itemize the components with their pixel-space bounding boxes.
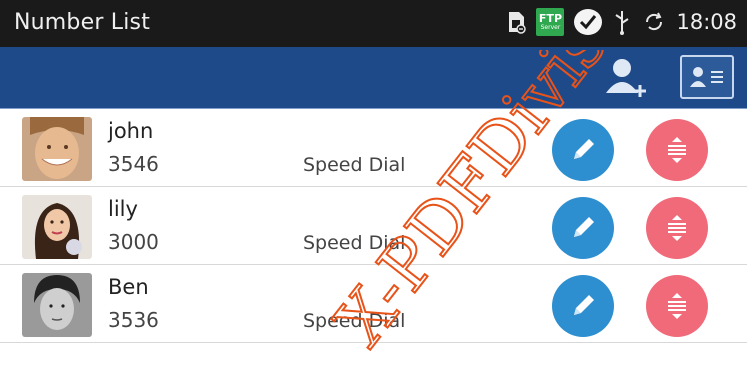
- ftp-server-icon: FTP Server: [536, 8, 565, 36]
- status-bar: Number List FTP Server 18:08: [0, 0, 747, 47]
- toolbar: [0, 47, 747, 109]
- clock: 18:08: [676, 10, 737, 34]
- contact-card-button[interactable]: [679, 54, 735, 100]
- contact-name: john: [108, 119, 154, 143]
- delete-button[interactable]: [646, 119, 708, 181]
- edit-button[interactable]: [552, 275, 614, 337]
- avatar: [22, 273, 92, 337]
- list-item[interactable]: john 3546 Speed Dial: [0, 109, 747, 187]
- usb-icon: [615, 11, 630, 35]
- contact-card-icon: [680, 55, 734, 99]
- contact-list: john 3546 Speed Dial lily 3000 Speed Dia…: [0, 109, 747, 343]
- speed-dial-label: Speed Dial: [303, 154, 406, 176]
- contact-number: 3000: [108, 230, 159, 254]
- reorder-icon: [668, 215, 686, 241]
- status-icons: FTP Server 18:08: [506, 8, 737, 36]
- page-title: Number List: [14, 10, 151, 35]
- delete-button[interactable]: [646, 275, 708, 337]
- list-item[interactable]: Ben 3536 Speed Dial: [0, 265, 747, 343]
- ftp-sublabel: Server: [540, 24, 561, 31]
- edit-button[interactable]: [552, 197, 614, 259]
- add-contact-button[interactable]: [599, 54, 655, 100]
- avatar: [22, 117, 92, 181]
- contact-name: Ben: [108, 275, 149, 299]
- speed-dial-label: Speed Dial: [303, 232, 406, 254]
- sim-card-icon: [509, 12, 527, 34]
- contact-number: 3536: [108, 308, 159, 332]
- ftp-label: FTP: [538, 12, 563, 25]
- contact-number: 3546: [108, 152, 159, 176]
- reorder-icon: [668, 293, 686, 319]
- pencil-icon: [574, 139, 594, 159]
- contact-name: lily: [108, 197, 138, 221]
- avatar: [22, 195, 92, 259]
- speed-dial-label: Speed Dial: [303, 310, 406, 332]
- pencil-icon: [574, 217, 594, 237]
- reorder-icon: [668, 137, 686, 163]
- sync-icon: [646, 12, 663, 31]
- list-item[interactable]: lily 3000 Speed Dial: [0, 187, 747, 265]
- pencil-icon: [574, 295, 594, 315]
- delete-button[interactable]: [646, 197, 708, 259]
- chat-icon: [574, 9, 603, 35]
- edit-button[interactable]: [552, 119, 614, 181]
- add-contact-icon: [606, 59, 646, 97]
- checkmark-icon: [580, 15, 597, 30]
